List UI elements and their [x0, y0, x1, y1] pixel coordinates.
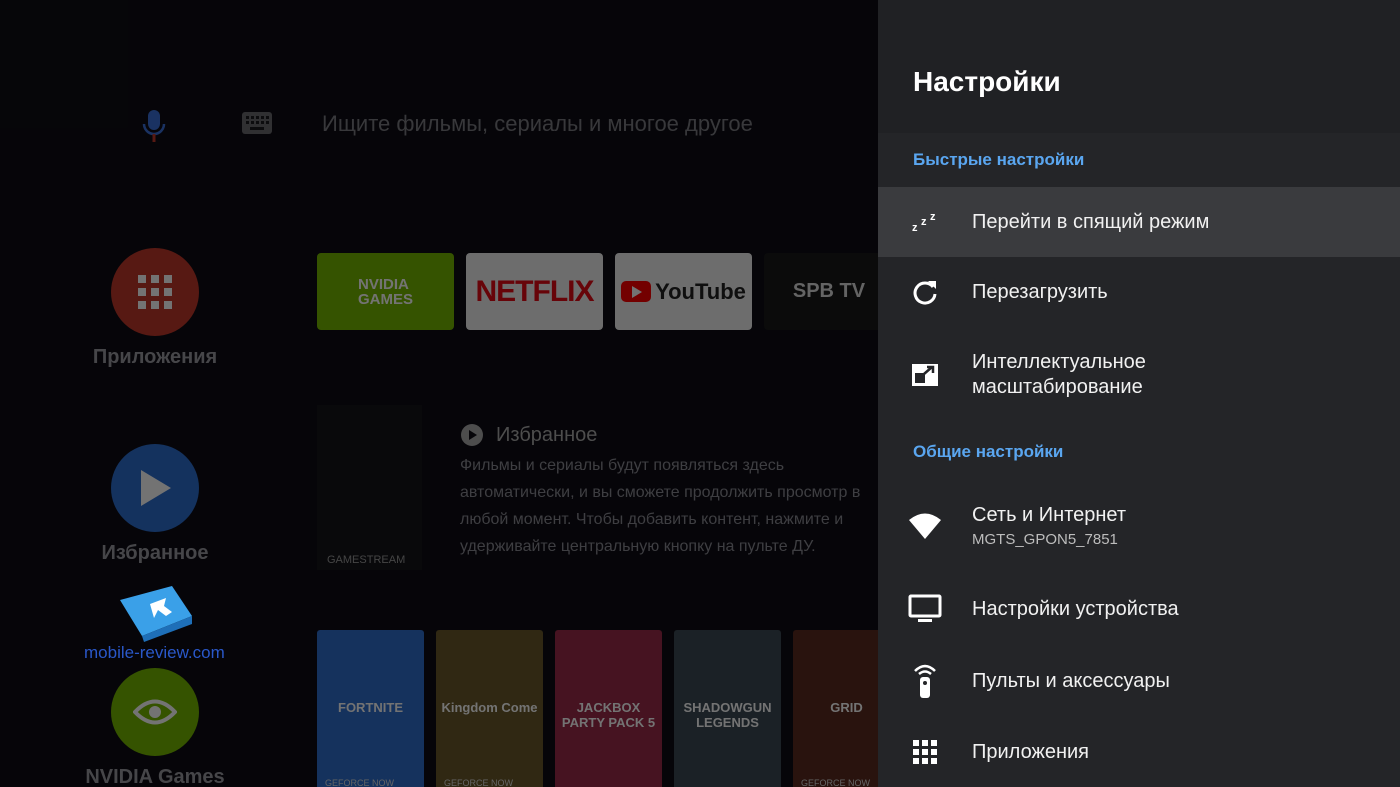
section-quick-settings: Быстрые настройки — [913, 150, 1085, 169]
settings-item-sleep[interactable]: z z z Перейти в спящий режим — [878, 187, 1400, 257]
watermark-text: mobile-review.com — [84, 643, 225, 662]
app-tile-label: GAMES — [357, 290, 413, 308]
sleep-icon: z z z — [878, 211, 972, 233]
game-title: JACKBOX PARTY PACK 5 — [561, 700, 656, 730]
watermark-logo-icon — [120, 586, 193, 642]
settings-item-device[interactable]: Настройки устройства — [878, 573, 1400, 645]
play-circle-icon — [461, 424, 483, 446]
page-title: Настройки — [913, 66, 1061, 97]
upscale-icon — [878, 363, 972, 386]
game-title: FORTNITE — [338, 700, 403, 715]
settings-item-label: Настройки устройства — [972, 597, 1179, 620]
search-bar — [0, 100, 878, 150]
settings-item-label: Приложения — [972, 740, 1090, 763]
section-general-settings: Общие настройки — [913, 442, 1064, 461]
gamestream-tile[interactable]: GAMESTREAM — [317, 405, 422, 570]
sidebar-item-label: Избранное — [101, 542, 209, 564]
game-tile[interactable]: Kingdom Come GEFORCE NOW — [436, 630, 543, 787]
settings-item-network[interactable]: Сеть и Интернет MGTS_GPON5_7851 — [878, 483, 1400, 568]
game-tile[interactable]: JACKBOX PARTY PACK 5 — [555, 630, 662, 787]
keyboard-icon[interactable] — [242, 112, 272, 139]
settings-item-remotes[interactable]: Пульты и аксессуары — [878, 645, 1400, 717]
apps-grid-icon — [878, 739, 972, 765]
sidebar-item-apps[interactable]: Приложения — [60, 248, 250, 369]
sidebar-item-favorites[interactable]: Избранное — [60, 444, 250, 565]
tv-icon — [878, 594, 972, 624]
settings-header: Настройки — [878, 0, 1400, 133]
svg-text:z: z — [921, 216, 927, 228]
game-title: SHADOWGUN LEGENDS — [683, 700, 772, 730]
game-tag: GEFORCE NOW — [444, 778, 513, 787]
svg-text:z: z — [930, 211, 936, 223]
youtube-logo-icon — [621, 281, 652, 302]
settings-item-label: Перезагрузить — [972, 280, 1108, 303]
app-tile-nvidia-games[interactable]: NVIDIA GAMES — [317, 253, 454, 330]
watermark: mobile-review.com — [84, 582, 225, 663]
settings-item-label-line1: Интеллектуальное — [972, 350, 1146, 373]
settings-item-label-line2: масштабирование — [972, 375, 1143, 398]
sidebar-item-nvidia-games[interactable]: NVIDIA Games — [60, 668, 250, 787]
settings-item-apps[interactable]: Приложения — [878, 717, 1400, 787]
network-name: MGTS_GPON5_7851 — [972, 531, 1118, 548]
app-tile-label: NETFLIX — [475, 274, 595, 308]
favorites-title: Избранное — [496, 423, 598, 446]
wifi-icon — [878, 512, 972, 540]
sidebar-item-label: Приложения — [92, 346, 218, 368]
game-tile[interactable]: FORTNITE GEFORCE NOW — [317, 630, 424, 787]
settings-item-label: Сеть и Интернет — [972, 504, 1127, 526]
svg-text:z: z — [912, 222, 918, 233]
app-tile-spb-tv[interactable]: SPB TV — [764, 253, 878, 330]
home-screen: Приложения Избранное NVIDIA Games NVIDIA… — [0, 0, 878, 787]
nvidia-eye-icon — [111, 668, 199, 756]
game-tag: GEFORCE NOW — [325, 778, 394, 787]
settings-item-label: Пульты и аксессуары — [972, 669, 1170, 692]
favorites-description: Фильмы и сериалы будут появляться здесь … — [460, 457, 861, 555]
sidebar-item-label: NVIDIA Games — [85, 766, 225, 787]
settings-list: Быстрые настройки z z z Перейти в спящий… — [878, 133, 1400, 787]
game-title: GRID — [830, 700, 863, 715]
app-tile-label: YouTube — [655, 278, 746, 304]
game-title: Kingdom Come — [441, 700, 538, 715]
gamestream-label: GAMESTREAM — [327, 554, 406, 566]
settings-item-label: Интеллектуальное масштабирование — [972, 350, 1146, 400]
play-icon — [111, 444, 199, 532]
game-tile[interactable]: SHADOWGUN LEGENDS — [674, 630, 781, 787]
game-tag: GEFORCE NOW — [801, 778, 870, 787]
settings-item-ai-upscaling[interactable]: Интеллектуальное масштабирование — [878, 327, 1400, 422]
remote-icon — [878, 663, 972, 699]
microphone-icon[interactable] — [140, 108, 168, 149]
app-tile-label: NVIDIA — [357, 275, 409, 293]
settings-item-restart[interactable]: Перезагрузить — [878, 257, 1400, 327]
apps-grid-icon — [111, 248, 199, 336]
app-tile-youtube[interactable]: YouTube — [615, 253, 752, 330]
search-input[interactable] — [320, 110, 878, 138]
app-tile-netflix[interactable]: NETFLIX — [466, 253, 603, 330]
game-tile[interactable]: GRID GEFORCE NOW — [793, 630, 878, 787]
app-tile-label: SPB TV — [792, 280, 866, 302]
settings-panel: Настройки Быстрые настройки z z z Перейт… — [878, 0, 1400, 787]
settings-item-label: Перейти в спящий режим — [972, 210, 1210, 233]
favorites-heading: Избранное — [460, 423, 597, 447]
restart-icon — [878, 279, 972, 305]
